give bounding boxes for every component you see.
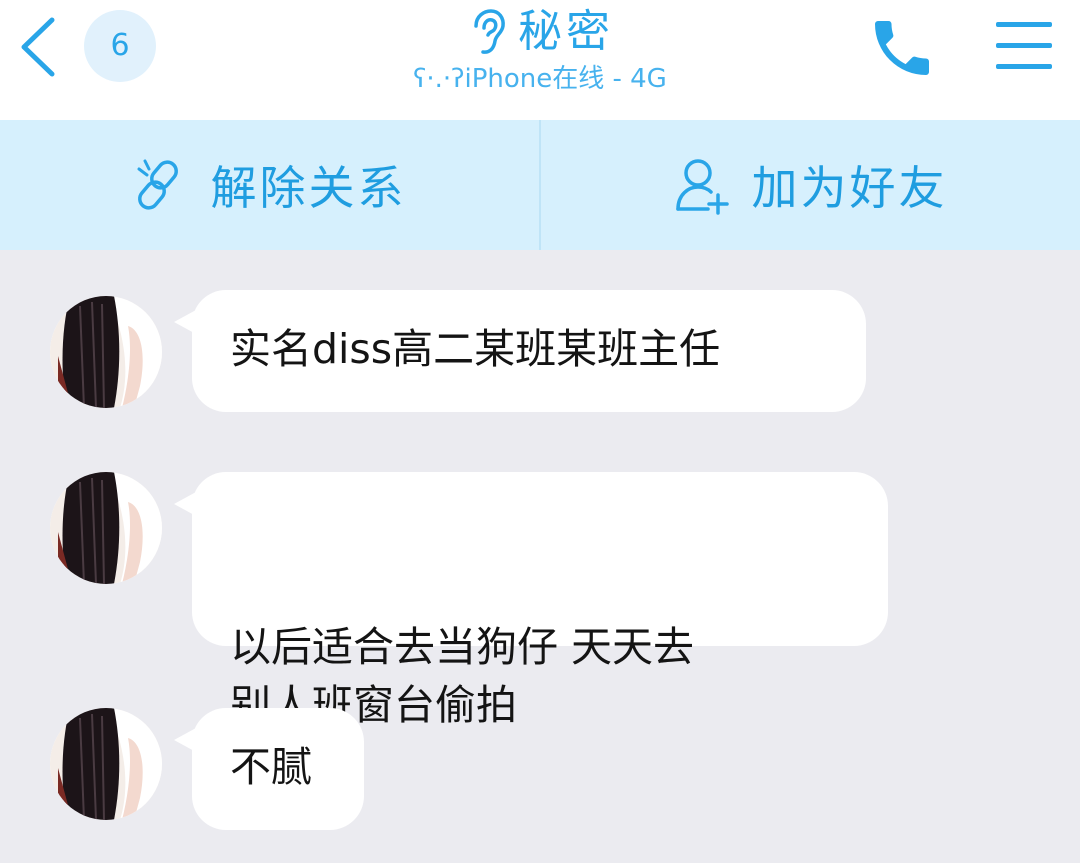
avatar[interactable]: [50, 708, 162, 820]
remove-relationship-button[interactable]: 解除关系: [0, 120, 539, 250]
add-friend-label: 加为好友: [751, 161, 948, 215]
message-bubble[interactable]: 实名diss高二某班某班主任: [174, 290, 866, 412]
chat-header: 6 秘密 ʕ·.·ʔiPhone在线 - 4G: [0, 0, 1080, 120]
avatar[interactable]: [50, 472, 162, 584]
message-bubble[interactable]: 不腻: [174, 708, 364, 830]
call-button[interactable]: [866, 12, 938, 84]
bubble-tail: [174, 492, 196, 516]
page-title: 秘密: [518, 6, 614, 57]
hamburger-menu-icon: [996, 22, 1052, 69]
message-bubble[interactable]: 以后适合去当狗仔 天天去 别人班窗台偷拍: [174, 472, 888, 729]
phone-icon: [875, 21, 929, 75]
add-friend-button[interactable]: 加为好友: [539, 120, 1080, 250]
action-bar: 解除关系 加为好友: [0, 120, 1080, 250]
ear-icon: [474, 9, 505, 54]
bubble-tail: [174, 728, 196, 752]
bubble-tail: [174, 310, 196, 334]
menu-button[interactable]: [992, 16, 1056, 76]
message-text: 实名diss高二某班某班主任: [230, 325, 721, 373]
add-friend-icon: [675, 159, 729, 215]
remove-relationship-label: 解除关系: [210, 161, 407, 215]
message-text: 不腻: [230, 743, 312, 791]
broken-link-icon: [137, 159, 178, 210]
message-list[interactable]: 实名diss高二某班某班主任 以后适合去当狗仔 天天去 别人班窗台偷拍 不腻: [0, 250, 1080, 863]
avatar[interactable]: [50, 296, 162, 408]
